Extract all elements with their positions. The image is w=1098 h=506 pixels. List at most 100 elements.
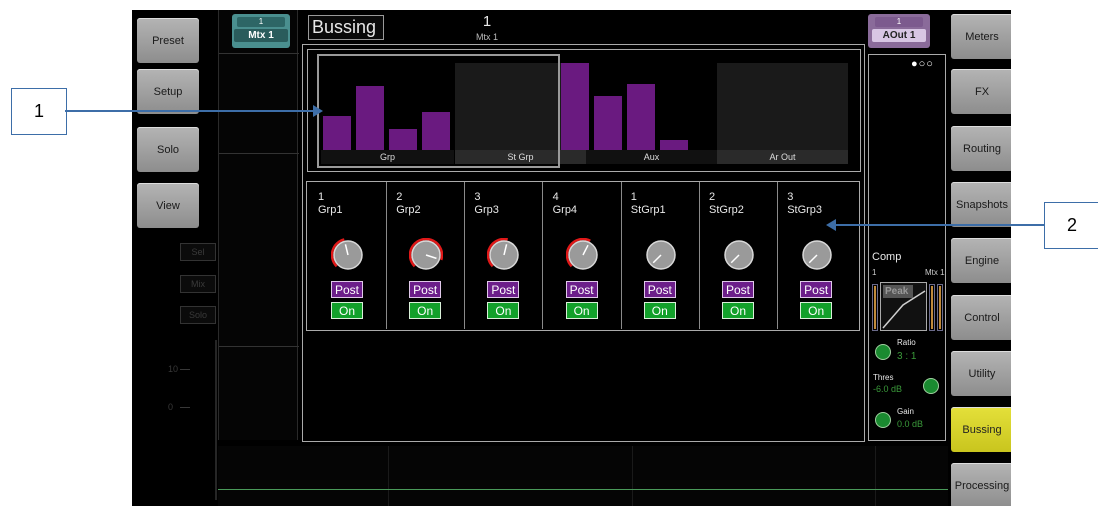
on-button[interactable]: On [331,302,363,319]
send-level-knob[interactable] [409,238,444,272]
comp-title: Comp [872,251,902,263]
divider [219,346,299,347]
send-number: 3 [474,191,481,203]
callout-1: 1 [11,88,67,135]
meter-fill [939,286,941,329]
post-button[interactable]: Post [643,281,676,298]
post-button[interactable]: Post [487,281,520,298]
ratio-knob[interactable] [875,344,891,360]
ar-out-bank[interactable] [717,63,848,150]
callout-2-arrow [826,219,836,231]
strip-sel-button[interactable]: Sel [180,243,216,261]
bottom-strip [218,446,948,506]
setup-button[interactable]: Setup [137,69,199,114]
send-number: 2 [709,191,716,203]
header-channel-number: 1 [482,13,492,30]
gr-meter-2 [937,284,943,331]
aux-bank[interactable] [561,63,717,150]
page-indicator[interactable]: ●○○ [911,59,949,70]
fader-track[interactable] [215,340,217,500]
scale-tick [180,369,190,370]
callout-1-arrow [313,105,323,117]
control-button[interactable]: Control [951,295,1011,340]
view-button[interactable]: View [137,183,199,228]
utility-button[interactable]: Utility [951,351,1011,396]
bus-level-bar [660,140,688,150]
strip-solo-button[interactable]: Solo [180,306,216,324]
meter-fill [931,286,933,329]
send-strip: 3 Grp3 Post On [464,182,544,329]
send-name: Grp1 [318,204,343,216]
on-button[interactable]: On [643,302,676,319]
divider [875,446,876,506]
gain-value: 0.0 dB [897,419,924,429]
aux-bank-label: Aux [586,150,717,164]
send-level-knob[interactable] [644,238,678,272]
send-strip: 2 StGrp2 Post On [699,182,778,329]
snapshots-button[interactable]: Snapshots [951,182,1011,227]
divider [219,53,299,54]
engine-button[interactable]: Engine [951,238,1011,283]
send-number: 1 [630,191,637,203]
comp-right-label: Mtx 1 [925,268,945,277]
meters-button[interactable]: Meters [951,14,1011,59]
on-button[interactable]: On [409,302,442,319]
divider [219,153,299,154]
source-channel-box[interactable]: 1 Mtx 1 [232,14,290,48]
send-level-knob[interactable] [565,238,600,272]
send-level-knob[interactable] [722,238,756,272]
peak-label: Peak [883,285,913,298]
send-strip: 3 StGrp3 Post On [777,182,855,329]
fader-scale-10: 10 [168,364,179,374]
send-number: 3 [787,191,794,203]
bank-selection-frame[interactable] [317,54,560,168]
gr-meter-1 [929,284,935,331]
on-button[interactable]: On [722,302,754,319]
on-button[interactable]: On [800,302,833,319]
thres-knob[interactable] [923,378,939,394]
channel-list-column [218,10,299,440]
bussing-button[interactable]: Bussing [951,407,1011,452]
on-button[interactable]: On [565,302,598,319]
send-number: 4 [552,191,559,203]
gain-knob[interactable] [875,412,891,428]
send-level-knob[interactable] [800,238,834,272]
source-channel-name: Mtx 1 [234,29,288,42]
ar-out-bank-label: Ar Out [717,150,848,164]
solo-button[interactable]: Solo [137,127,199,172]
callout-1-line [65,110,317,112]
send-level-knob[interactable] [487,238,521,272]
preset-button[interactable]: Preset [137,18,199,63]
send-number: 1 [318,191,325,203]
send-name: StGrp1 [630,204,666,216]
source-channel-number: 1 [237,17,285,27]
level-line [218,489,948,490]
send-strip: 2 Grp2 Post On [386,182,466,329]
send-name: StGrp3 [787,204,823,216]
bus-level-bar [627,84,655,150]
divider [388,446,389,506]
output-channel-box[interactable]: 1 AOut 1 [868,14,930,48]
strip-mix-button[interactable]: Mix [180,275,216,293]
send-number: 2 [396,191,403,203]
send-level-knob[interactable] [331,238,365,272]
output-channel-number: 1 [875,17,923,27]
bus-overview: Grp St Grp Aux Ar Out [307,49,861,172]
routing-button[interactable]: Routing [951,126,1011,171]
page-title: Bussing [308,15,384,40]
processing-button[interactable]: Processing [951,463,1011,506]
divider [632,446,633,506]
post-button[interactable]: Post [409,281,442,298]
ratio-value: 3 : 1 [897,351,917,362]
post-button[interactable]: Post [331,281,363,298]
comp-graph[interactable]: Peak [880,282,927,331]
post-button[interactable]: Post [565,281,598,298]
post-button[interactable]: Post [722,281,754,298]
fader-scale-0: 0 [168,402,174,412]
post-button[interactable]: Post [800,281,833,298]
fx-button[interactable]: FX [951,69,1011,114]
on-button[interactable]: On [487,302,520,319]
header-channel-name: Mtx 1 [475,32,498,42]
send-name: Grp4 [552,204,578,216]
bussing-panel: Grp St Grp Aux Ar Out 1 Grp1 Post On 2 Grp2 Po… [302,44,865,442]
